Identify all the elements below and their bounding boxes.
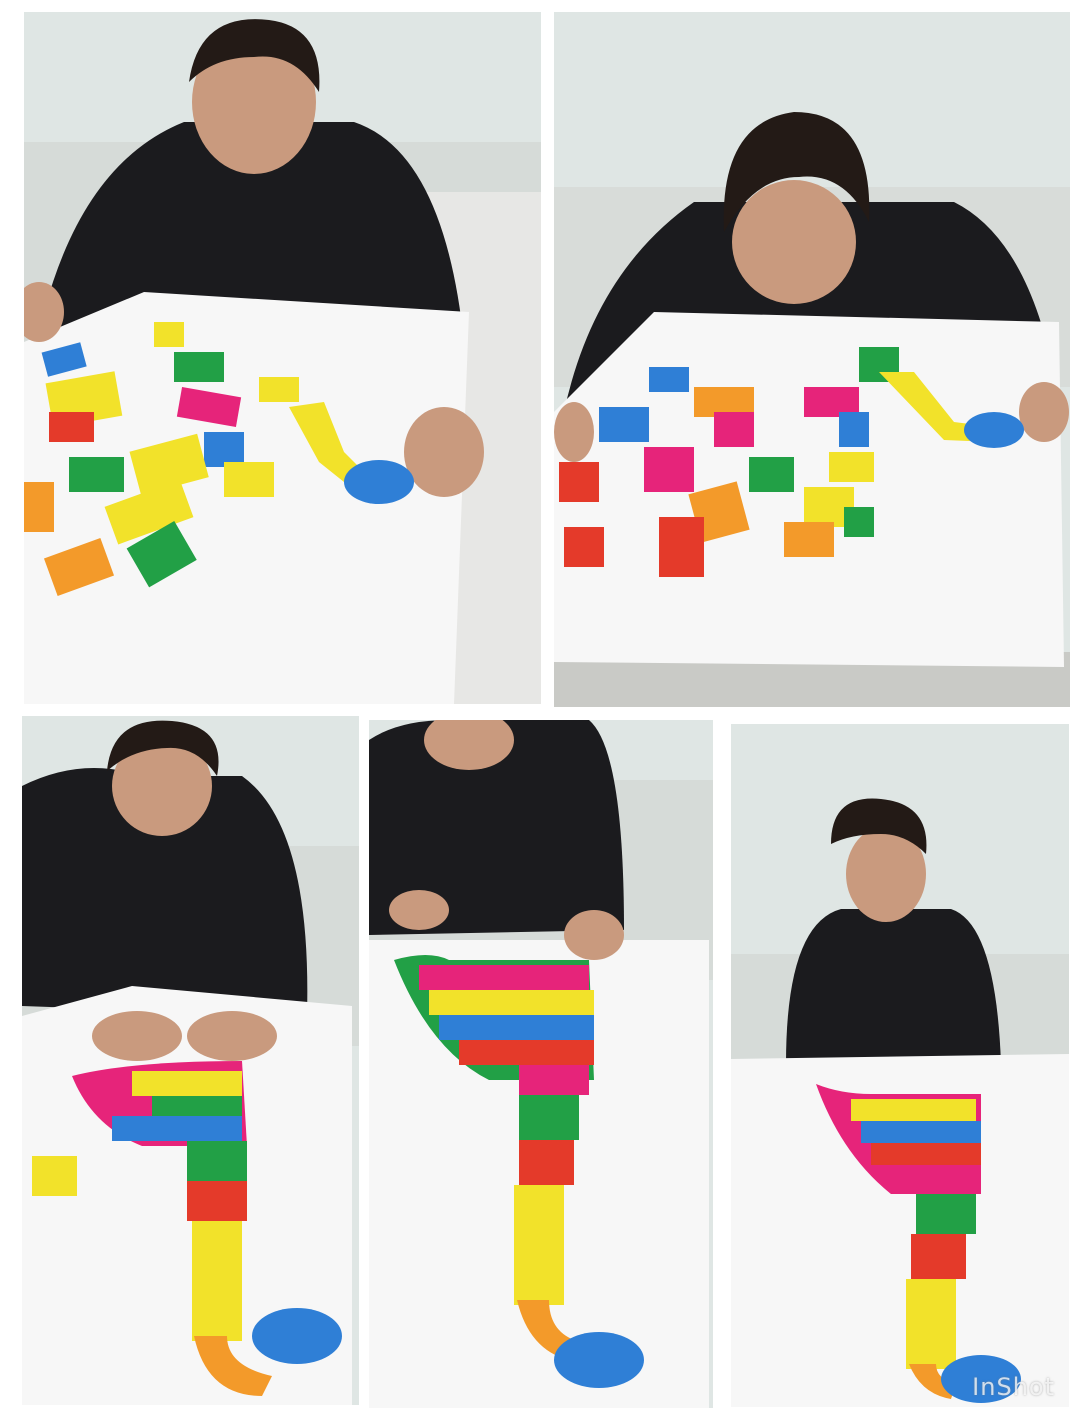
hoodie	[786, 909, 1001, 1064]
photo-2-scene	[554, 12, 1070, 707]
photo-1-scene	[24, 12, 541, 704]
face	[732, 180, 856, 304]
photo-3-scene	[22, 716, 359, 1405]
photo-panel-2	[554, 12, 1070, 707]
photo-panel-1	[24, 12, 541, 704]
photo-panel-5: InShot	[731, 724, 1069, 1407]
photo-4-scene	[369, 720, 713, 1408]
photo-panel-3	[22, 716, 359, 1405]
photo-panel-4	[369, 720, 713, 1408]
watermark: InShot	[972, 1373, 1055, 1401]
photo-5-scene	[731, 724, 1069, 1407]
